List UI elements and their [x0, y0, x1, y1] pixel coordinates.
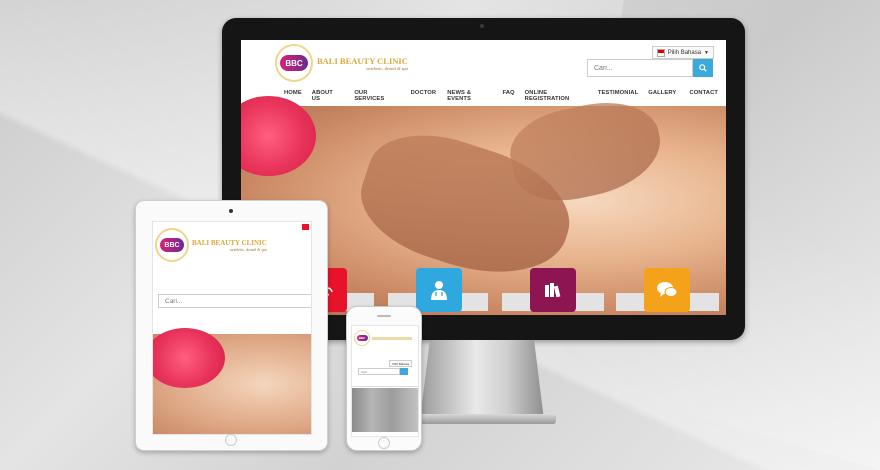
search-box — [587, 59, 713, 77]
phone-search-box — [358, 368, 408, 375]
phone-divider — [352, 386, 418, 387]
site-tagline: aesthetic, dental & spa — [366, 65, 408, 71]
site-tagline: aesthetic, dental & spa — [229, 246, 267, 252]
doctor-icon — [431, 281, 447, 300]
language-label: Pilih Bahasa — [667, 49, 702, 56]
monitor-camera — [480, 24, 484, 28]
chevron-down-icon: ▼ — [704, 49, 709, 56]
search-button[interactable] — [693, 59, 713, 77]
tablet-camera — [229, 209, 233, 213]
site-name: BALI BEAUTY CLINIC — [192, 238, 267, 247]
phone-home-button[interactable] — [378, 437, 390, 449]
hand-shape — [503, 91, 669, 211]
menu-toggle-icon[interactable] — [302, 224, 309, 230]
site-name: BALI BEAUTY CLINIC — [317, 55, 408, 66]
tablet-device: BBC BALI BEAUTY CLINIC aesthetic, dental… — [135, 200, 328, 451]
monitor-base — [408, 414, 556, 424]
hibiscus-flower — [153, 328, 225, 388]
flag-icon — [656, 48, 665, 57]
nav-testimonial[interactable]: TESTIMONIAL — [593, 90, 643, 102]
tablet-search-box — [158, 294, 311, 308]
tablet-site-logo[interactable]: BBC BALI BEAUTY CLINIC aesthetic, dental… — [155, 228, 267, 262]
service-tile-testimonial[interactable] — [644, 268, 690, 312]
phone-speaker — [377, 315, 391, 317]
nav-our-services[interactable]: OUR SERVICES — [345, 90, 404, 102]
nav-about-us[interactable]: ABOUT US — [307, 90, 346, 102]
tablet-search-input[interactable] — [158, 294, 311, 308]
tablet-hero-image — [153, 328, 311, 434]
phone-device: BBC Pilih Bahasa — [346, 306, 422, 451]
nav-faq[interactable]: FAQ — [497, 90, 519, 102]
logo-mark: BBC — [280, 55, 308, 71]
nav-gallery[interactable]: GALLERY — [643, 90, 681, 102]
phone-search-button[interactable] — [400, 368, 408, 375]
service-tile-news[interactable] — [530, 268, 576, 312]
nav-online-registration[interactable]: ONLINE REGISTRATION — [520, 90, 593, 102]
language-select[interactable]: Pilih Bahasa ▼ — [651, 46, 714, 59]
logo-mark: BBC — [356, 335, 368, 341]
service-tile-doctor[interactable] — [416, 268, 462, 312]
hibiscus-flower — [241, 96, 316, 176]
phone-site-logo[interactable]: BBC — [354, 330, 412, 346]
nav-contact[interactable]: CONTACT — [681, 90, 726, 102]
search-icon — [699, 64, 707, 72]
tablet-screen: BBC BALI BEAUTY CLINIC aesthetic, dental… — [152, 221, 312, 435]
phone-language-select[interactable]: Pilih Bahasa — [389, 360, 412, 367]
monitor-stand — [420, 340, 544, 420]
tablet-home-button[interactable] — [225, 434, 237, 446]
site-logo[interactable]: BBC BALI BEAUTY CLINIC aesthetic, dental… — [275, 44, 408, 82]
phone-hero-image — [352, 388, 418, 432]
search-input[interactable] — [587, 59, 693, 77]
phone-search-input[interactable] — [358, 368, 400, 375]
chat-bubbles-icon — [657, 282, 678, 297]
language-label: Pilih Bahasa — [392, 361, 409, 366]
books-icon — [545, 283, 561, 298]
phone-logo-text-bar — [372, 336, 412, 340]
main-nav: HOME ABOUT US OUR SERVICES DOCTOR NEWS &… — [279, 90, 726, 102]
nav-news-events[interactable]: NEWS & EVENTS — [442, 90, 497, 102]
nav-doctor[interactable]: DOCTOR — [405, 90, 443, 102]
logo-mark: BBC — [160, 238, 184, 252]
phone-screen: BBC Pilih Bahasa — [351, 325, 419, 437]
